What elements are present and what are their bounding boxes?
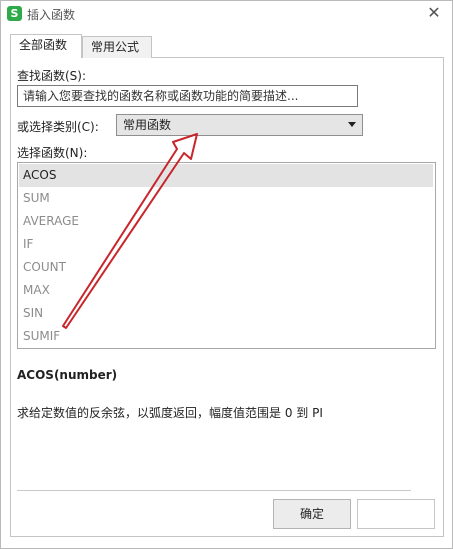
category-dropdown[interactable]: 常用函数 bbox=[116, 114, 363, 136]
category-label: 或选择类别(C): bbox=[17, 120, 99, 134]
dropdown-arrow-icon[interactable] bbox=[348, 122, 356, 127]
wps-app-icon: S bbox=[7, 6, 22, 21]
function-list-label: 选择函数(N): bbox=[17, 146, 88, 160]
function-item-sum[interactable]: SUM bbox=[19, 187, 433, 210]
function-list[interactable]: ACOS SUM AVERAGE IF COUNT MAX SIN SUMIF bbox=[17, 162, 436, 349]
title-bar[interactable]: S 插入函数 ✕ bbox=[1, 1, 452, 27]
function-item-if[interactable]: IF bbox=[19, 233, 433, 256]
tab-all-functions[interactable]: 全部函数 bbox=[10, 34, 82, 58]
insert-function-dialog: S 插入函数 ✕ 全部函数 常用公式 查找函数(S): 请输入您要查找的函数名称… bbox=[0, 0, 453, 549]
function-item-count[interactable]: COUNT bbox=[19, 256, 433, 279]
close-icon[interactable]: ✕ bbox=[424, 3, 444, 23]
cancel-button[interactable] bbox=[357, 499, 435, 529]
function-description: 求给定数值的反余弦，以弧度返回，幅度值范围是 0 到 PI bbox=[17, 406, 323, 420]
function-item-average[interactable]: AVERAGE bbox=[19, 210, 433, 233]
function-syntax: ACOS(number) bbox=[17, 368, 118, 382]
divider bbox=[17, 490, 411, 491]
dialog-title: 插入函数 bbox=[27, 8, 76, 22]
category-selected-value: 常用函数 bbox=[123, 118, 172, 132]
function-item-sumif[interactable]: SUMIF bbox=[19, 325, 433, 348]
tab-common-formulas[interactable]: 常用公式 bbox=[82, 36, 152, 58]
function-item-acos[interactable]: ACOS bbox=[19, 164, 433, 187]
search-label: 查找函数(S): bbox=[17, 69, 87, 83]
function-item-sin[interactable]: SIN bbox=[19, 302, 433, 325]
search-input[interactable]: 请输入您要查找的函数名称或函数功能的简要描述... bbox=[17, 85, 358, 107]
function-item-max[interactable]: MAX bbox=[19, 279, 433, 302]
ok-button[interactable]: 确定 bbox=[273, 499, 351, 529]
